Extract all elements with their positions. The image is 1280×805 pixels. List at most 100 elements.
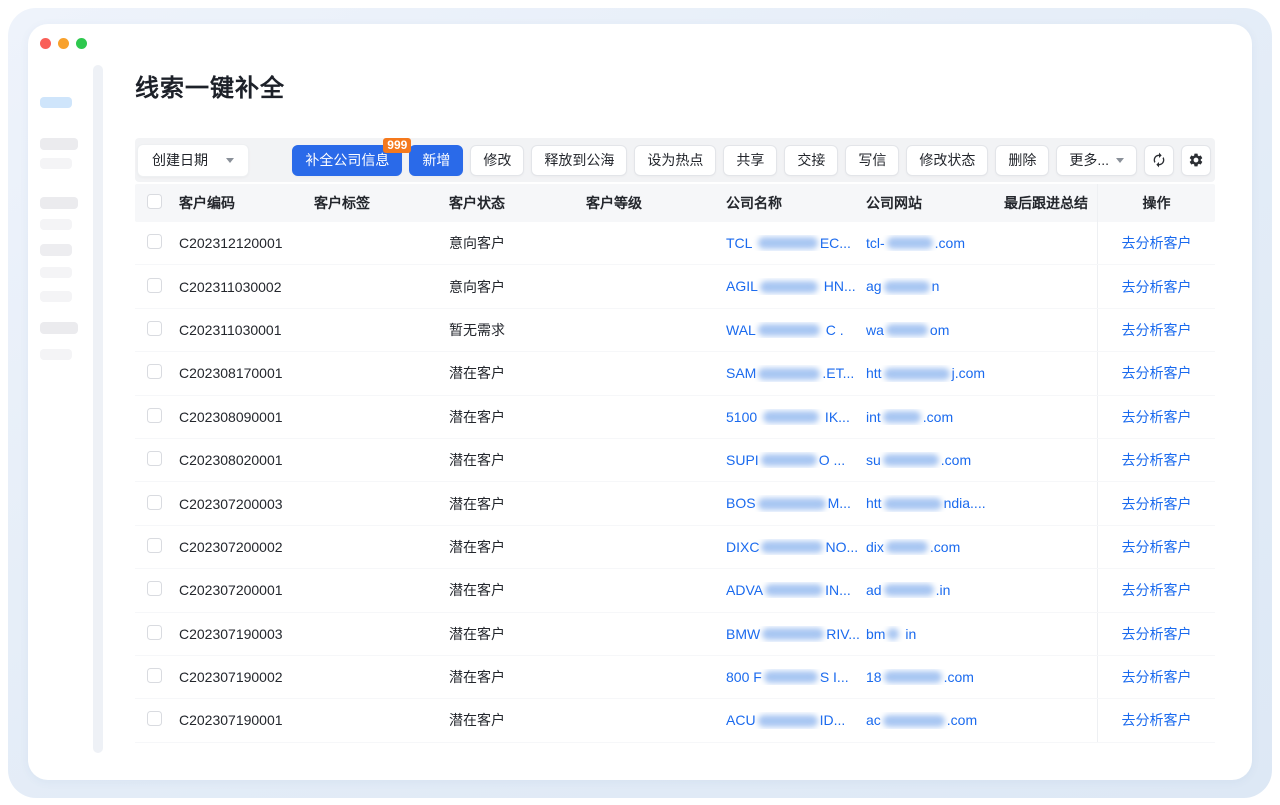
company-name-link[interactable]: 5100 IK... bbox=[726, 409, 862, 425]
close-window-icon[interactable] bbox=[40, 38, 51, 49]
column-header-company-name[interactable]: 公司名称 bbox=[722, 193, 862, 213]
action-cell: 去分析客户 bbox=[1097, 265, 1215, 307]
sidebar-skeleton-bar[interactable] bbox=[40, 349, 72, 360]
company-website-link[interactable]: su.com bbox=[866, 452, 1000, 468]
company-name-link[interactable]: BMWRIV... bbox=[726, 626, 862, 642]
sidebar-skeleton-bar[interactable] bbox=[40, 138, 78, 150]
row-checkbox[interactable] bbox=[147, 495, 162, 510]
company-name-cell: AGIL HN... bbox=[722, 278, 862, 294]
redacted-text bbox=[758, 715, 818, 727]
company-name-link[interactable]: ACUID... bbox=[726, 712, 862, 728]
action-cell: 去分析客户 bbox=[1097, 656, 1215, 698]
row-checkbox[interactable] bbox=[147, 668, 162, 683]
delete-button[interactable]: 删除 bbox=[995, 145, 1049, 176]
column-header-customer-code[interactable]: 客户编码 bbox=[175, 193, 310, 213]
analyze-customer-link[interactable]: 去分析客户 bbox=[1122, 667, 1192, 687]
row-checkbox[interactable] bbox=[147, 451, 162, 466]
redacted-text bbox=[762, 628, 824, 640]
sidebar-skeleton-bar[interactable] bbox=[40, 291, 72, 302]
date-filter-dropdown[interactable]: 创建日期 bbox=[137, 144, 249, 177]
analyze-customer-link[interactable]: 去分析客户 bbox=[1122, 363, 1192, 383]
redacted-text bbox=[884, 671, 942, 683]
company-website-link[interactable]: dix.com bbox=[866, 539, 1000, 555]
page-title: 线索一键补全 bbox=[135, 68, 285, 103]
row-checkbox[interactable] bbox=[147, 711, 162, 726]
company-website-link[interactable]: httndia.... bbox=[866, 495, 1000, 511]
analyze-customer-link[interactable]: 去分析客户 bbox=[1122, 580, 1192, 600]
analyze-customer-link[interactable]: 去分析客户 bbox=[1122, 494, 1192, 514]
column-header-followup-summary[interactable]: 最后跟进总结 bbox=[1000, 193, 1097, 213]
analyze-customer-link[interactable]: 去分析客户 bbox=[1122, 710, 1192, 730]
share-button[interactable]: 共享 bbox=[723, 145, 777, 176]
company-name-link[interactable]: SUPIO ... bbox=[726, 452, 862, 468]
row-checkbox[interactable] bbox=[147, 408, 162, 423]
analyze-customer-link[interactable]: 去分析客户 bbox=[1122, 537, 1192, 557]
maximize-window-icon[interactable] bbox=[76, 38, 87, 49]
company-name-link[interactable]: TCL EC... bbox=[726, 235, 862, 251]
company-website-link[interactable]: waom bbox=[866, 322, 1000, 338]
row-checkbox[interactable] bbox=[147, 538, 162, 553]
chevron-down-icon bbox=[1116, 158, 1124, 163]
sidebar-skeleton-bar[interactable] bbox=[40, 158, 72, 169]
company-name-link[interactable]: AGIL HN... bbox=[726, 278, 862, 294]
button-label: 释放到公海 bbox=[544, 150, 614, 170]
company-name-link[interactable]: WAL C . bbox=[726, 322, 862, 338]
row-checkbox[interactable] bbox=[147, 625, 162, 640]
complete-company-info-button[interactable]: 补全公司信息 999 bbox=[292, 145, 402, 176]
analyze-customer-link[interactable]: 去分析客户 bbox=[1122, 320, 1192, 340]
company-name-link[interactable]: BOSM... bbox=[726, 495, 862, 511]
sidebar-skeleton-bar[interactable] bbox=[40, 219, 72, 230]
row-checkbox[interactable] bbox=[147, 321, 162, 336]
edit-button[interactable]: 修改 bbox=[470, 145, 524, 176]
company-website-link[interactable]: tcl-.com bbox=[866, 235, 1000, 251]
set-as-hotspot-button[interactable]: 设为热点 bbox=[634, 145, 716, 176]
write-email-button[interactable]: 写信 bbox=[845, 145, 899, 176]
change-status-button[interactable]: 修改状态 bbox=[906, 145, 988, 176]
sync-button[interactable] bbox=[1144, 145, 1174, 176]
sidebar-skeleton-bar[interactable] bbox=[40, 244, 72, 256]
company-website-link[interactable]: httj.com bbox=[866, 365, 1000, 381]
select-all-checkbox[interactable] bbox=[147, 194, 162, 209]
company-name-link[interactable]: 800 FS I... bbox=[726, 669, 862, 685]
company-website-link[interactable]: ad.in bbox=[866, 582, 1000, 598]
add-new-button[interactable]: 新增 bbox=[409, 145, 463, 176]
row-checkbox[interactable] bbox=[147, 234, 162, 249]
row-checkbox[interactable] bbox=[147, 278, 162, 293]
sidebar-skeleton-bar[interactable] bbox=[40, 197, 78, 209]
minimize-window-icon[interactable] bbox=[58, 38, 69, 49]
company-website-link[interactable]: agn bbox=[866, 278, 1000, 294]
company-website-link[interactable]: ac.com bbox=[866, 712, 1000, 728]
customer-status-cell: 潜在客户 bbox=[445, 363, 582, 383]
column-header-customer-level[interactable]: 客户等级 bbox=[582, 193, 722, 213]
company-name-link[interactable]: ADVAIN... bbox=[726, 582, 862, 598]
company-name-cell: WAL C . bbox=[722, 322, 862, 338]
analyze-customer-link[interactable]: 去分析客户 bbox=[1122, 407, 1192, 427]
sidebar-skeleton-bar-active[interactable] bbox=[40, 97, 72, 108]
redacted-text bbox=[758, 237, 818, 249]
analyze-customer-link[interactable]: 去分析客户 bbox=[1122, 277, 1192, 297]
column-header-company-website[interactable]: 公司网站 bbox=[862, 193, 1000, 213]
analyze-customer-link[interactable]: 去分析客户 bbox=[1122, 450, 1192, 470]
more-button[interactable]: 更多... bbox=[1056, 145, 1137, 176]
table-row: C202308170001潜在客户SAM.ET...httj.com去分析客户 bbox=[135, 352, 1215, 395]
customer-code-cell: C202311030001 bbox=[175, 322, 310, 338]
company-website-link[interactable]: 18.com bbox=[866, 669, 1000, 685]
company-website-link[interactable]: bm in bbox=[866, 626, 1000, 642]
date-filter-label: 创建日期 bbox=[152, 150, 208, 170]
handover-button[interactable]: 交接 bbox=[784, 145, 838, 176]
row-checkbox[interactable] bbox=[147, 364, 162, 379]
analyze-customer-link[interactable]: 去分析客户 bbox=[1122, 233, 1192, 253]
sidebar-skeleton-bar[interactable] bbox=[40, 322, 78, 334]
row-checkbox[interactable] bbox=[147, 581, 162, 596]
analyze-customer-link[interactable]: 去分析客户 bbox=[1122, 624, 1192, 644]
column-header-customer-status[interactable]: 客户状态 bbox=[445, 193, 582, 213]
column-header-customer-tag[interactable]: 客户标签 bbox=[310, 193, 445, 213]
settings-button[interactable] bbox=[1181, 145, 1211, 176]
sidebar-skeleton-bar[interactable] bbox=[40, 267, 72, 278]
company-website-cell: 18.com bbox=[862, 669, 1000, 685]
company-name-link[interactable]: DIXCNO... bbox=[726, 539, 862, 555]
release-to-public-pool-button[interactable]: 释放到公海 bbox=[531, 145, 627, 176]
company-name-link[interactable]: SAM.ET... bbox=[726, 365, 862, 381]
company-website-cell: agn bbox=[862, 278, 1000, 294]
company-website-link[interactable]: int.com bbox=[866, 409, 1000, 425]
